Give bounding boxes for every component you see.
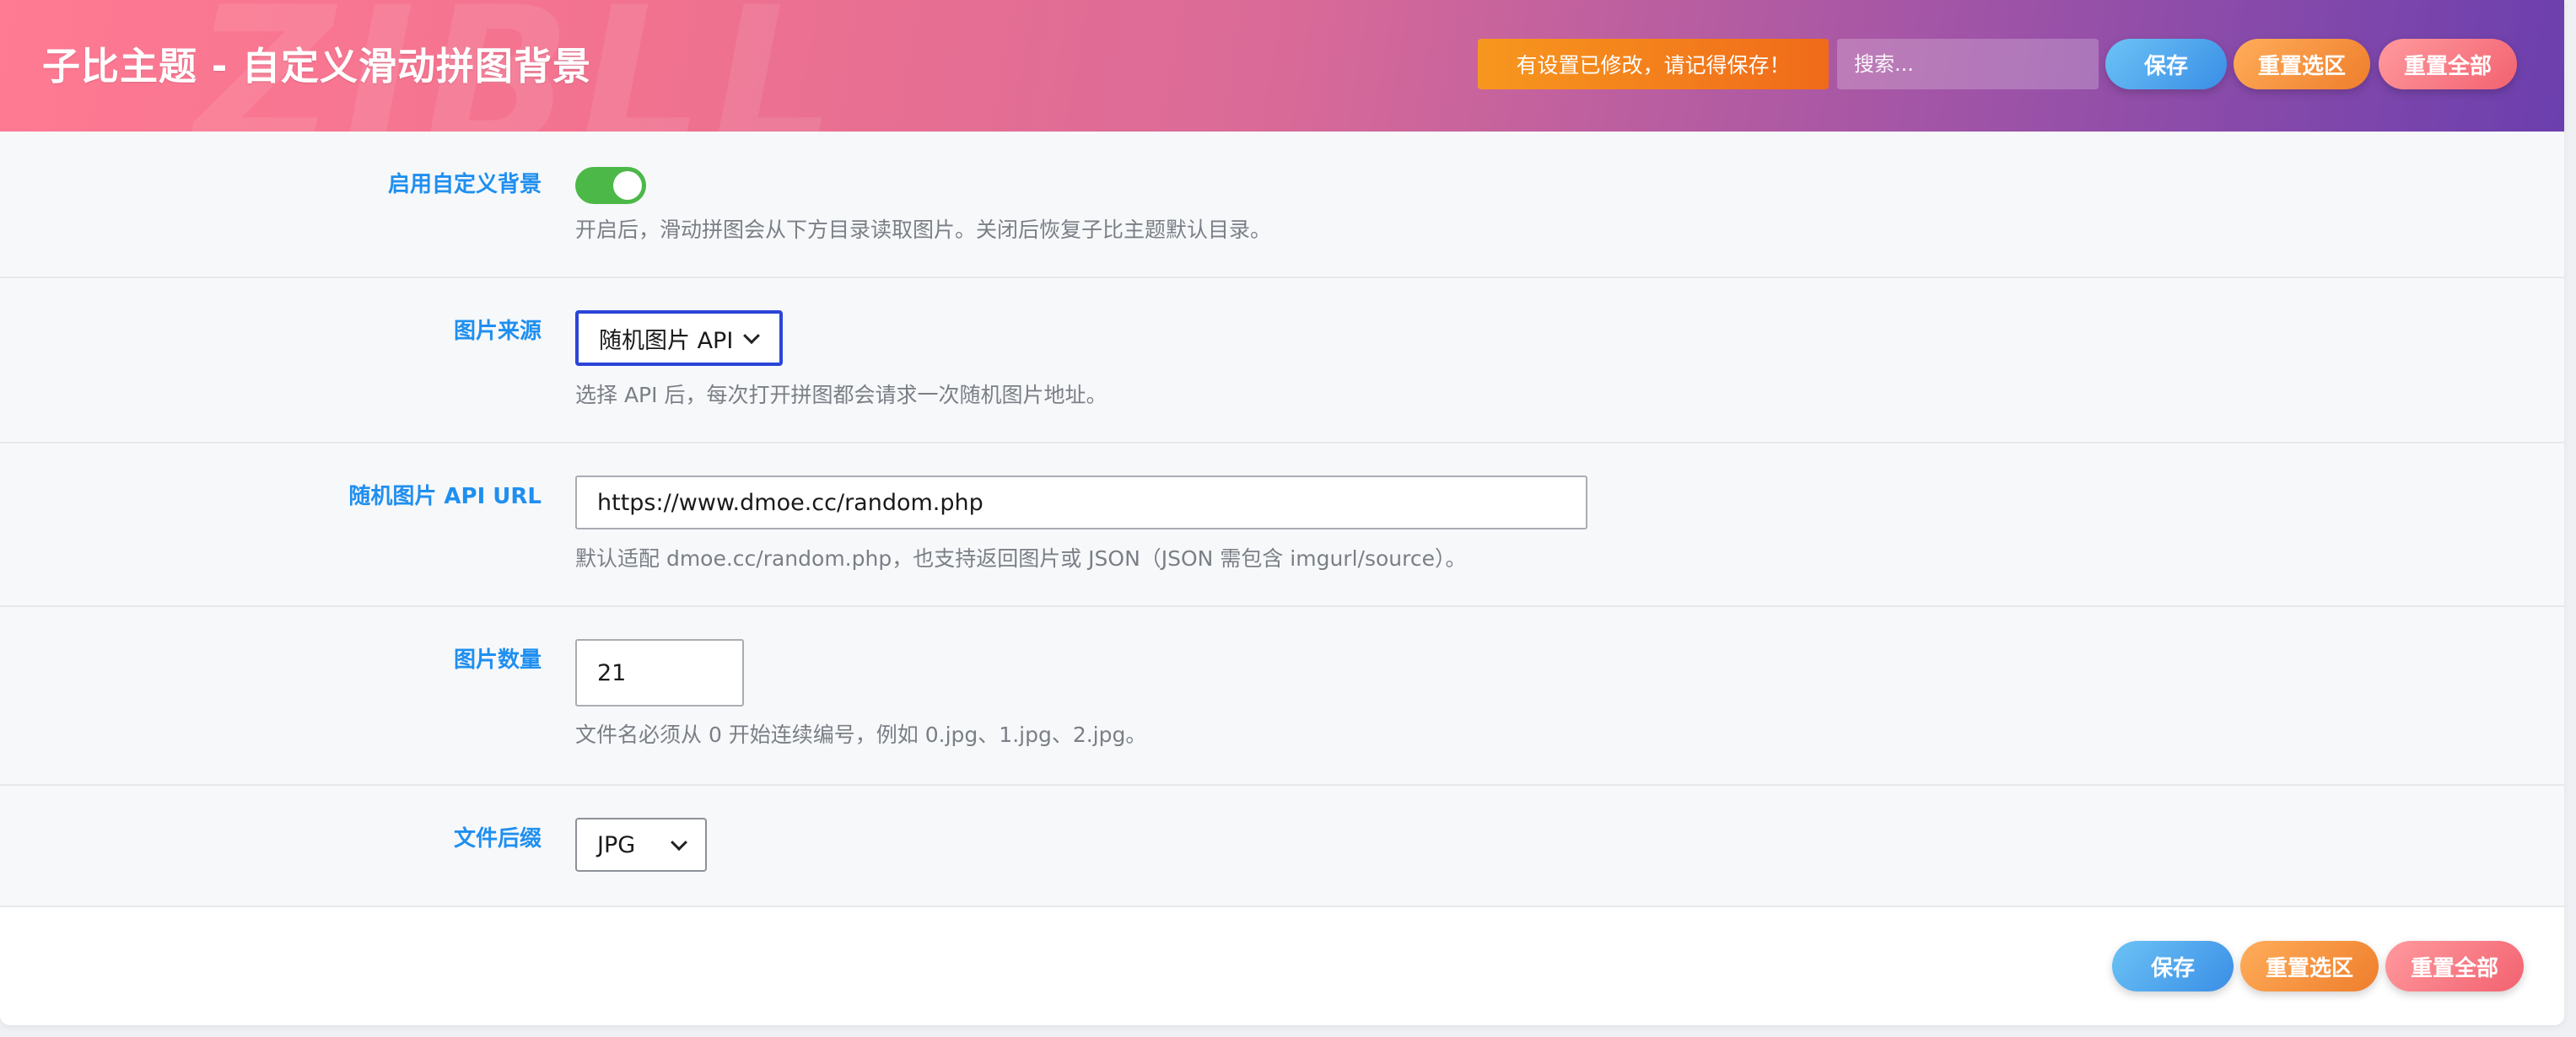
footer-reset-section-button[interactable]: 重置选区 [2240, 941, 2379, 991]
source-select[interactable]: 随机图片 API [575, 310, 783, 366]
enable-description: 开启后，滑动拼图会从下方目录读取图片。关闭后恢复子比主题默认目录。 [575, 218, 1272, 242]
settings-panel: ZIBLL 子比主题 - 自定义滑动拼图背景 有设置已修改，请记得保存！ 保存 … [0, 0, 2564, 1025]
chevron-down-icon [671, 834, 687, 852]
footer-save-button[interactable]: 保存 [2112, 941, 2234, 991]
suffix-select-value: JPG [597, 831, 636, 858]
enable-toggle[interactable] [575, 167, 646, 204]
field-row-api-url: 随机图片 API URL 默认适配 dmoe.cc/random.php，也支持… [0, 443, 2564, 607]
footer-reset-all-button[interactable]: 重置全部 [2385, 941, 2524, 991]
count-description: 文件名必须从 0 开始连续编号，例如 0.jpg、1.jpg、2.jpg。 [575, 723, 1147, 747]
count-label: 图片数量 [453, 647, 542, 673]
source-select-value: 随机图片 API [599, 327, 734, 354]
chevron-down-icon [743, 327, 760, 345]
enable-label: 启用自定义背景 [387, 172, 542, 197]
header-reset-section-button[interactable]: 重置选区 [2234, 39, 2370, 89]
toggle-knob [613, 171, 642, 200]
field-row-source: 图片来源 随机图片 API 选择 API 后，每次打开拼图都会请求一次随机图片地… [0, 278, 2564, 443]
field-row-enable: 启用自定义背景 开启后，滑动拼图会从下方目录读取图片。关闭后恢复子比主题默认目录… [0, 132, 2564, 278]
header-bar: ZIBLL 子比主题 - 自定义滑动拼图背景 有设置已修改，请记得保存！ 保存 … [0, 0, 2564, 132]
unsaved-changes-notice: 有设置已修改，请记得保存！ [1478, 39, 1829, 89]
api-url-input[interactable] [575, 476, 1587, 529]
footer-actions: 保存 重置选区 重置全部 [0, 907, 2564, 1025]
header-save-button[interactable]: 保存 [2105, 39, 2227, 89]
page-title: 子比主题 - 自定义滑动拼图背景 [42, 44, 592, 89]
source-description: 选择 API 后，每次打开拼图都会请求一次随机图片地址。 [575, 383, 1107, 407]
search-input[interactable] [1837, 39, 2099, 89]
count-input[interactable] [575, 639, 744, 707]
api-url-label: 随机图片 API URL [348, 484, 542, 509]
field-row-count: 图片数量 文件名必须从 0 开始连续编号，例如 0.jpg、1.jpg、2.jp… [0, 607, 2564, 786]
source-label: 图片来源 [453, 319, 542, 344]
field-row-suffix: 文件后缀 JPG [0, 786, 2564, 907]
api-url-description: 默认适配 dmoe.cc/random.php，也支持返回图片或 JSON（JS… [575, 546, 1467, 571]
suffix-label: 文件后缀 [453, 826, 542, 852]
header-reset-all-button[interactable]: 重置全部 [2379, 39, 2517, 89]
suffix-select[interactable]: JPG [575, 818, 707, 872]
